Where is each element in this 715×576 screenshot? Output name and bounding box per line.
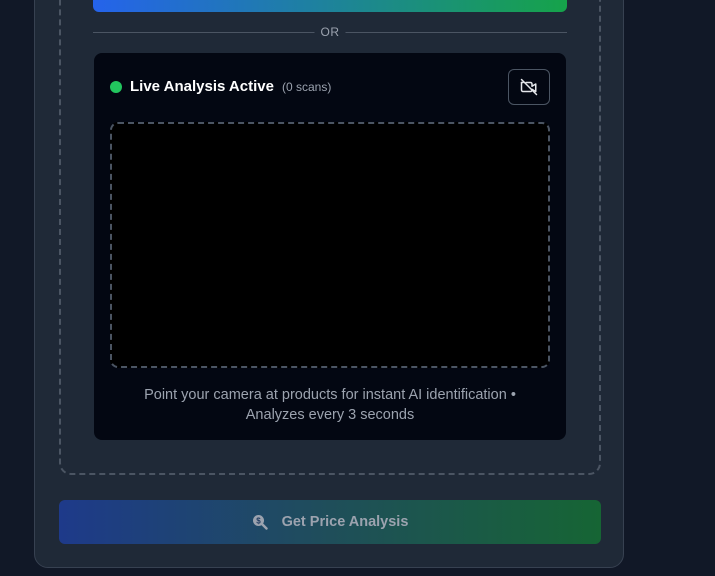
or-divider: OR <box>93 24 567 40</box>
get-price-analysis-button[interactable]: $ Get Price Analysis <box>59 500 601 544</box>
camera-hint-line-2: Analyzes every 3 seconds <box>245 407 415 423</box>
svg-text:$: $ <box>256 516 261 525</box>
camera-hint-line-1: Point your camera at products for instan… <box>144 387 516 403</box>
or-label: OR <box>314 24 346 40</box>
status-indicator-dot <box>110 80 122 93</box>
upload-button[interactable] <box>93 0 567 12</box>
live-status: Live Analysis Active (0 scans) <box>110 78 331 95</box>
camera-hint: Point your camera at products for instan… <box>110 385 550 425</box>
scan-count: (0 scans) <box>281 79 332 94</box>
page: OR Live Analysis Active (0 scans) Point … <box>0 0 715 576</box>
search-dollar-icon: $ <box>252 514 268 530</box>
camera-preview <box>110 122 550 368</box>
live-analysis-panel: Live Analysis Active (0 scans) Point you… <box>94 53 566 440</box>
price-button-label: Get Price Analysis <box>281 514 409 530</box>
live-analysis-title: Live Analysis Active <box>130 78 274 95</box>
camera-off-icon <box>520 78 538 96</box>
stop-camera-button[interactable] <box>508 69 550 105</box>
